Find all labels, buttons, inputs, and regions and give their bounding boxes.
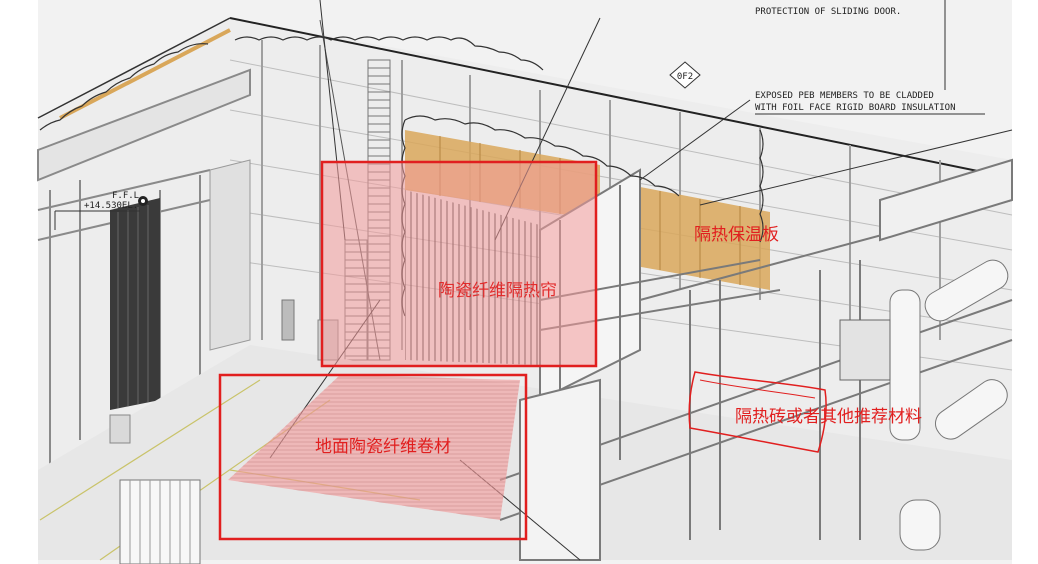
label-brick: 隔热砖或者其他推荐材料	[735, 407, 922, 427]
grid-tag: 0F2	[669, 61, 701, 89]
ceramic-fiber-curtain-markup: 陶瓷纤维隔热帘	[320, 160, 598, 368]
label-insulation-board: 隔热保温板	[694, 225, 779, 245]
note-insulation-line1: EXPOSED PEB MEMBERS TO BE CLADDED	[755, 91, 934, 101]
isometric-building-drawing: 0F2 PROTECTION OF SLIDING DOOR. EXPOSED …	[0, 0, 1038, 564]
label-ground-blanket: 地面陶瓷纤维卷材	[315, 437, 451, 457]
cad-drawing-view: 0F2 PROTECTION OF SLIDING DOOR. EXPOSED …	[0, 0, 1038, 564]
drawing-notes: PROTECTION OF SLIDING DOOR. EXPOSED PEB …	[755, 0, 985, 115]
svg-text:+14.530EL.: +14.530EL.	[84, 201, 138, 211]
svg-text:0F2: 0F2	[677, 72, 693, 82]
note-sliding-door: PROTECTION OF SLIDING DOOR.	[755, 7, 901, 17]
label-ceramic-curtain: 陶瓷纤维隔热帘	[438, 281, 557, 301]
note-insulation-line2: WITH FOIL FACE RIGID BOARD INSULATION	[755, 103, 955, 113]
